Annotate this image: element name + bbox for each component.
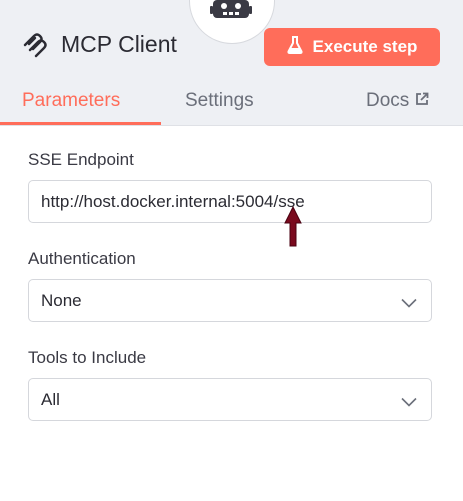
tab-settings[interactable]: Settings	[185, 90, 254, 112]
mcp-logo-icon	[22, 33, 48, 64]
sse-endpoint-input[interactable]: http://host.docker.internal:5004/sse	[28, 180, 432, 223]
tab-parameters[interactable]: Parameters	[22, 90, 120, 112]
tools-to-include-label: Tools to Include	[28, 348, 147, 367]
header-divider	[0, 125, 463, 126]
execute-step-button[interactable]: Execute step	[264, 28, 440, 66]
tab-docs-label: Docs	[366, 90, 410, 111]
flask-icon	[286, 35, 303, 59]
active-tab-indicator	[0, 122, 161, 125]
tools-to-include-select[interactable]: All	[28, 378, 432, 421]
tools-to-include-value: All	[41, 389, 60, 409]
chevron-down-icon	[401, 295, 417, 313]
authentication-label: Authentication	[28, 249, 136, 268]
authentication-value: None	[41, 290, 82, 310]
mouse-cursor-arrow-icon	[284, 205, 302, 253]
chevron-down-icon	[401, 394, 417, 412]
node-title: MCP Client	[61, 31, 177, 57]
authentication-select[interactable]: None	[28, 279, 432, 322]
execute-step-label: Execute step	[312, 37, 418, 56]
sse-endpoint-value: http://host.docker.internal:5004/sse	[41, 191, 305, 211]
sse-endpoint-label: SSE Endpoint	[28, 150, 134, 169]
robot-icon	[210, 0, 252, 27]
external-link-icon	[415, 90, 429, 112]
tab-docs[interactable]: Docs	[366, 90, 429, 112]
